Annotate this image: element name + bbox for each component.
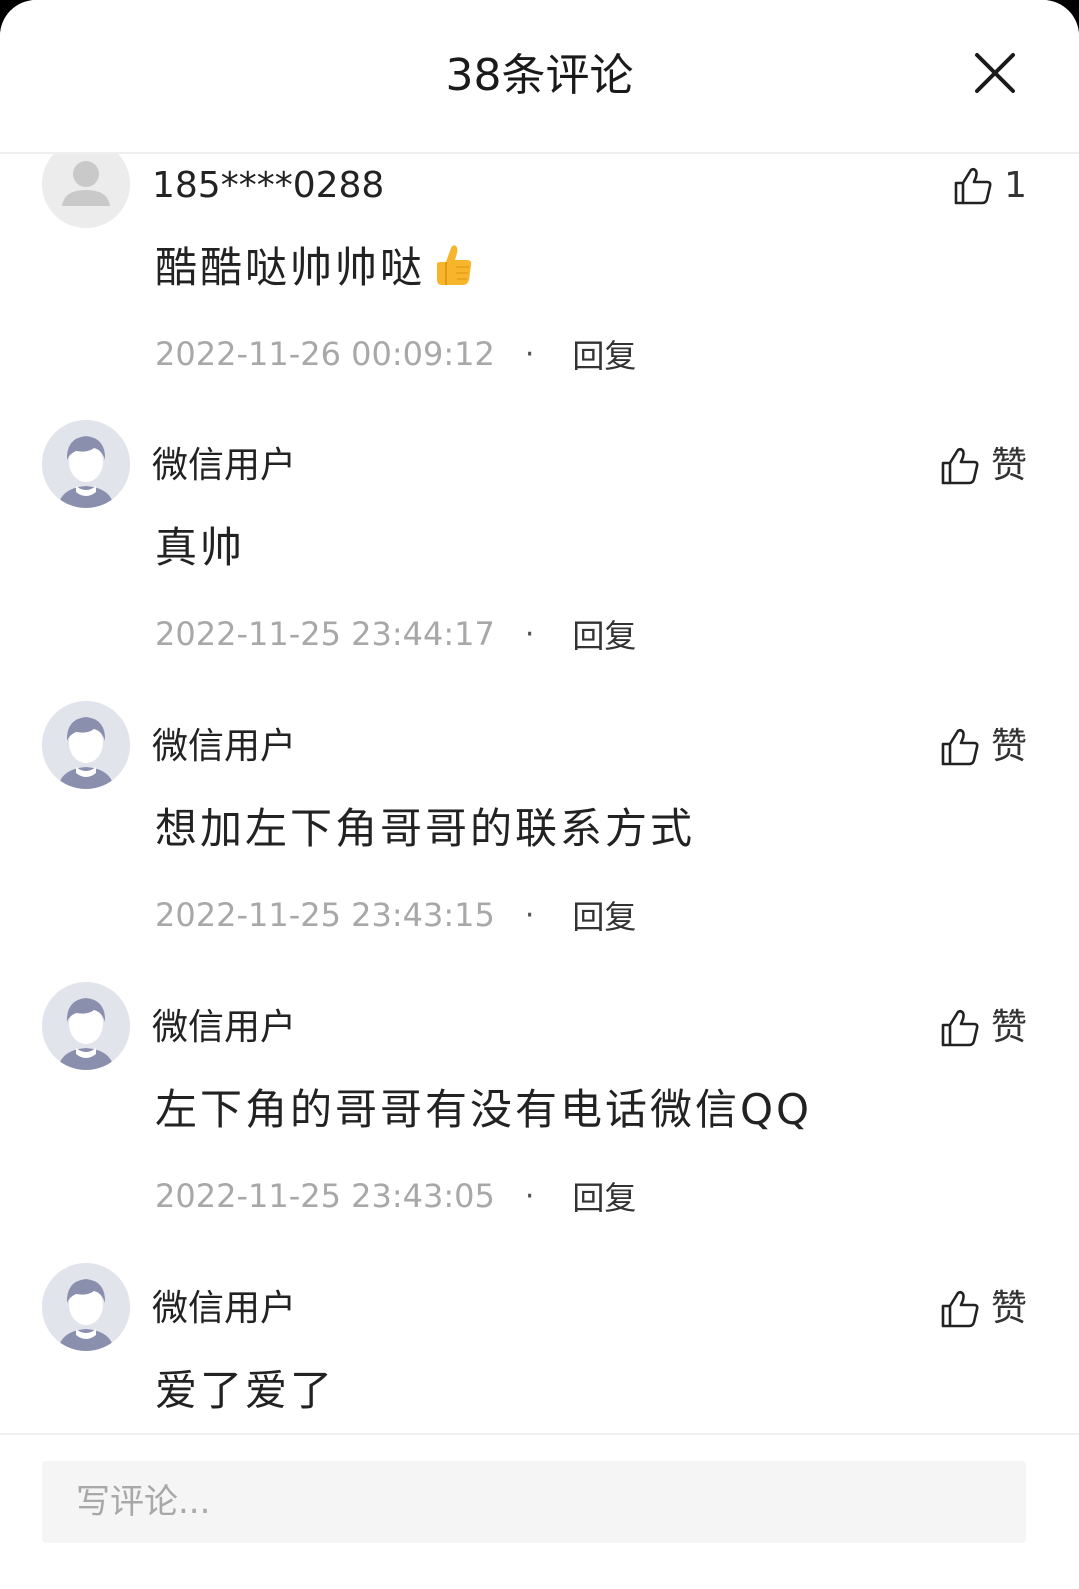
avatar[interactable] [42,1263,130,1351]
separator-dot: · [524,336,535,372]
reply-button[interactable]: 回复 [572,1173,636,1219]
separator-dot: · [524,1178,535,1214]
thumbs-up-icon [954,167,992,205]
like-button[interactable]: 赞 [939,723,1027,771]
thumbs-up-emoji-icon [427,240,477,290]
like-button[interactable]: 1 [952,162,1027,210]
reply-button[interactable]: 回复 [572,331,636,377]
like-button[interactable]: 赞 [939,1004,1027,1052]
like-button[interactable]: 赞 [939,1285,1027,1333]
comment-input[interactable]: 写评论... [42,1461,1026,1543]
thumbs-up-icon [941,1009,979,1047]
comments-title: 38条评论 [445,50,634,101]
close-icon [975,53,1015,93]
wechat-user-avatar-icon [42,1263,130,1351]
comment-username: 微信用户 [152,445,297,486]
like-label: 赞 [990,1007,1027,1048]
like-label: 赞 [990,445,1027,486]
comment-time: 2022-11-26 00:09:12 [155,335,495,373]
comment-time: 2022-11-25 23:43:05 [155,1177,495,1215]
like-count: 1 [1004,165,1027,206]
separator-dot: · [524,616,535,652]
comment-content: 酷酷哒帅帅哒 [155,240,477,296]
comment-username: 微信用户 [152,1288,297,1329]
comments-header: 38条评论 [0,0,1079,154]
comment-content: 左下角的哥哥有没有电话微信QQ [155,1085,813,1134]
reply-button[interactable]: 回复 [572,892,636,938]
wechat-user-avatar-icon [42,982,130,1070]
comment-item: 微信用户 赞 想加左下角哥哥的联系方式 2022-11-25 23:43:15 … [0,701,1079,982]
comment-list[interactable]: 185****0288 1 酷酷哒帅帅哒 2022-11-26 00:09:12… [0,0,1079,1440]
comment-username: 微信用户 [152,1007,297,1048]
comment-username: 微信用户 [152,726,297,767]
close-button[interactable] [972,50,1018,96]
wechat-user-avatar-icon [42,420,130,508]
comments-sheet: 38条评论 185****0288 1 酷酷哒帅帅哒 2022-11-26 00… [0,0,1079,1589]
comment-content: 爱了爱了 [155,1366,336,1415]
wechat-user-avatar-icon [42,701,130,789]
comment-meta: 2022-11-25 23:43:05 · 回复 [155,1172,636,1220]
comment-meta: 2022-11-26 00:09:12 · 回复 [155,330,636,378]
comment-username: 185****0288 [152,165,385,206]
comment-item: 185****0288 1 酷酷哒帅帅哒 2022-11-26 00:09:12… [0,140,1079,421]
thumbs-up-icon [941,1290,979,1328]
avatar[interactable] [42,982,130,1070]
like-label: 赞 [990,726,1027,767]
comment-time: 2022-11-25 23:44:17 [155,615,495,653]
comment-text: 酷酷哒帅帅哒 [155,243,426,292]
comment-content: 想加左下角哥哥的联系方式 [155,804,696,853]
reply-button[interactable]: 回复 [572,611,636,657]
like-label: 赞 [990,1288,1027,1329]
thumbs-up-icon [941,728,979,766]
comment-item: 微信用户 赞 左下角的哥哥有没有电话微信QQ 2022-11-25 23:43:… [0,982,1079,1263]
like-button[interactable]: 赞 [939,442,1027,490]
comment-meta: 2022-11-25 23:44:17 · 回复 [155,610,636,658]
avatar[interactable] [42,420,130,508]
comment-time: 2022-11-25 23:43:15 [155,896,495,934]
comment-item: 微信用户 赞 真帅 2022-11-25 23:44:17 · 回复 [0,420,1079,701]
avatar[interactable] [42,701,130,789]
comment-input-placeholder: 写评论... [76,1482,211,1522]
thumbs-up-icon [941,447,979,485]
comment-input-bar: 写评论... [0,1433,1079,1589]
comment-content: 真帅 [155,523,246,572]
comment-meta: 2022-11-25 23:43:15 · 回复 [155,891,636,939]
separator-dot: · [524,897,535,933]
